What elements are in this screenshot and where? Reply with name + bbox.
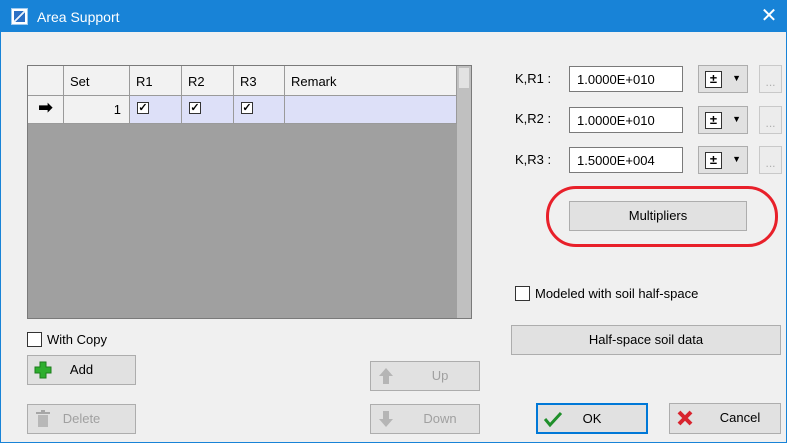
r3-checkbox[interactable]: ✓ bbox=[241, 102, 253, 114]
delete-button[interactable]: Delete bbox=[27, 404, 136, 434]
k-r2-ellipsis-button[interactable]: ... bbox=[759, 106, 782, 134]
k-r1-input[interactable]: 1.0000E+010 bbox=[569, 66, 683, 92]
down-button-label: Down bbox=[423, 411, 457, 426]
app-icon bbox=[11, 8, 28, 25]
half-space-soil-data-button[interactable]: Half-space soil data bbox=[511, 325, 781, 355]
k-r3-ellipsis-button[interactable]: ... bbox=[759, 146, 782, 174]
up-button[interactable]: Up bbox=[370, 361, 480, 391]
k-r2-label: K,R2 : bbox=[515, 111, 552, 126]
r1-checkbox[interactable]: ✓ bbox=[137, 102, 149, 114]
r2-checkbox[interactable]: ✓ bbox=[189, 102, 201, 114]
cancel-x-icon bbox=[677, 410, 693, 426]
arrow-up-icon bbox=[379, 368, 393, 384]
chevron-down-icon: ▼ bbox=[732, 73, 741, 83]
k-r2-input[interactable]: 1.0000E+010 bbox=[569, 107, 683, 133]
cell-set[interactable]: 1 bbox=[64, 96, 130, 124]
cell-r3[interactable]: ✓ bbox=[234, 96, 285, 124]
plus-minus-icon: ± bbox=[705, 71, 722, 88]
col-r3[interactable]: R3 bbox=[234, 66, 285, 96]
down-button[interactable]: Down bbox=[370, 404, 480, 434]
with-copy-label: With Copy bbox=[47, 332, 107, 347]
cell-r1[interactable]: ✓ bbox=[130, 96, 182, 124]
k-r2-sign-dropdown[interactable]: ± ▼ bbox=[698, 106, 748, 134]
add-button[interactable]: Add bbox=[27, 355, 136, 385]
soil-half-space-checkbox[interactable] bbox=[515, 286, 530, 301]
k-r3-label: K,R3 : bbox=[515, 152, 552, 167]
chevron-down-icon: ▼ bbox=[732, 154, 741, 164]
soil-half-space-label: Modeled with soil half-space bbox=[535, 286, 699, 301]
title-bar[interactable]: Area Support ✕ bbox=[1, 1, 786, 32]
cell-r2[interactable]: ✓ bbox=[182, 96, 234, 124]
half-space-soil-data-label: Half-space soil data bbox=[588, 332, 704, 347]
k-r1-label: K,R1 : bbox=[515, 71, 552, 86]
arrow-down-icon bbox=[379, 411, 393, 427]
ok-button-label: OK bbox=[582, 411, 602, 426]
grid-corner bbox=[28, 66, 64, 96]
multipliers-button[interactable]: Multipliers bbox=[569, 201, 747, 231]
plus-minus-icon: ± bbox=[705, 112, 722, 129]
grid-scrollbar[interactable] bbox=[457, 66, 471, 318]
scrollbar-thumb[interactable] bbox=[459, 68, 469, 88]
supports-grid[interactable]: Set R1 R2 R3 Remark ➡ 1 ✓ ✓ ✓ bbox=[27, 65, 472, 319]
cancel-button-label: Cancel bbox=[719, 410, 761, 425]
col-remark[interactable]: Remark bbox=[285, 66, 457, 96]
table-row[interactable]: ➡ 1 ✓ ✓ ✓ bbox=[28, 96, 457, 124]
k-r3-input[interactable]: 1.5000E+004 bbox=[569, 147, 683, 173]
col-r2[interactable]: R2 bbox=[182, 66, 234, 96]
ok-button[interactable]: OK bbox=[536, 403, 648, 434]
close-icon: ✕ bbox=[760, 5, 778, 27]
k-r3-sign-dropdown[interactable]: ± ▼ bbox=[698, 146, 748, 174]
k-r1-sign-dropdown[interactable]: ± ▼ bbox=[698, 65, 748, 93]
cancel-button[interactable]: Cancel bbox=[669, 403, 781, 434]
window-title: Area Support bbox=[37, 9, 120, 25]
area-support-dialog: Area Support ✕ Set R1 R2 R3 Remark ➡ 1 ✓… bbox=[0, 0, 787, 443]
col-set[interactable]: Set bbox=[64, 66, 130, 96]
up-button-label: Up bbox=[431, 368, 449, 383]
plus-minus-icon: ± bbox=[705, 152, 722, 169]
col-r1[interactable]: R1 bbox=[130, 66, 182, 96]
add-button-label: Add bbox=[69, 362, 94, 377]
delete-button-label: Delete bbox=[62, 411, 101, 426]
chevron-down-icon: ▼ bbox=[732, 114, 741, 124]
close-button[interactable]: ✕ bbox=[758, 5, 780, 27]
k-r1-ellipsis-button[interactable]: ... bbox=[759, 65, 782, 93]
current-row-arrow-icon: ➡ bbox=[28, 96, 64, 124]
with-copy-checkbox[interactable] bbox=[27, 332, 42, 347]
cell-remark[interactable] bbox=[285, 96, 457, 124]
multipliers-button-label: Multipliers bbox=[628, 208, 688, 223]
